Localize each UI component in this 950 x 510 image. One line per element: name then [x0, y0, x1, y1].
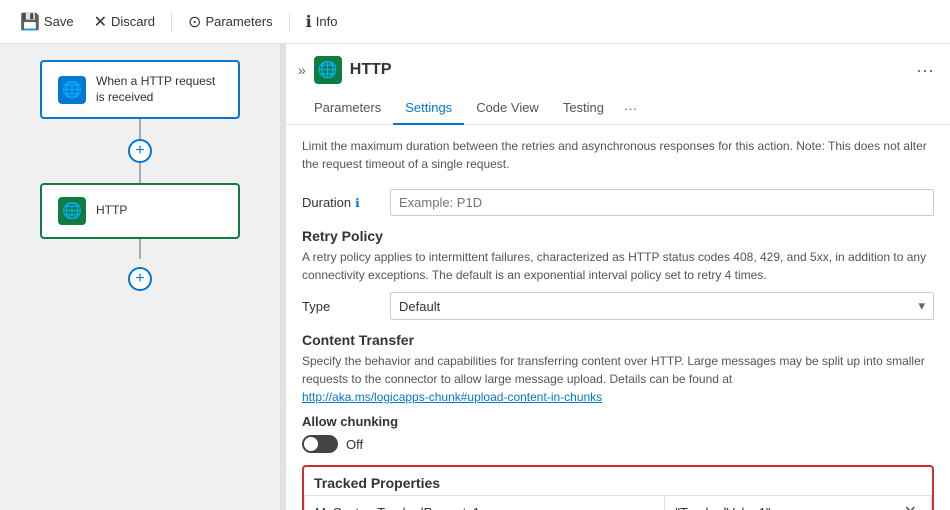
- info-label: Info: [316, 14, 338, 29]
- save-label: Save: [44, 14, 74, 29]
- tracked-properties-table: MyCustomTrackedProperty1 "TrackedValue1"…: [304, 495, 932, 510]
- toggle-knob: [304, 437, 318, 451]
- retry-policy-desc: A retry policy applies to intermittent f…: [302, 248, 934, 284]
- tracked-properties-title: Tracked Properties: [304, 467, 932, 495]
- type-label: Type: [302, 299, 382, 314]
- retry-policy-title: Retry Policy: [302, 228, 934, 244]
- separator2: [289, 12, 290, 32]
- tab-settings[interactable]: Settings: [393, 92, 464, 125]
- tab-testing[interactable]: Testing: [551, 92, 616, 125]
- discard-icon: ✕: [94, 12, 107, 32]
- connector-line-1: [139, 119, 141, 139]
- left-panel: 🌐 When a HTTP request is received + 🌐 HT…: [0, 44, 280, 510]
- panel-title: HTTP: [350, 61, 908, 79]
- content-transfer-desc: Specify the behavior and capabilities fo…: [302, 352, 934, 406]
- parameters-button[interactable]: ⊙ Parameters: [180, 8, 281, 36]
- type-value: Default: [399, 299, 440, 314]
- connector-line-2: [139, 163, 141, 183]
- duration-label: Duration ℹ: [302, 195, 382, 210]
- panel-header: » 🌐 HTTP ···: [286, 44, 950, 84]
- save-icon: 💾: [20, 12, 40, 32]
- toggle-state-label: Off: [346, 437, 363, 452]
- trigger-node[interactable]: 🌐 When a HTTP request is received: [40, 60, 240, 119]
- save-button[interactable]: 💾 Save: [12, 8, 82, 36]
- duration-info-icon: ℹ: [355, 196, 360, 210]
- right-panel: » 🌐 HTTP ··· Parameters Settings Code Vi…: [286, 44, 950, 510]
- discard-label: Discard: [111, 14, 155, 29]
- allow-chunking-label: Allow chunking: [302, 414, 934, 429]
- main-layout: 🌐 When a HTTP request is received + 🌐 HT…: [0, 44, 950, 510]
- add-step-button-2[interactable]: +: [128, 267, 152, 291]
- tab-more[interactable]: ···: [616, 93, 645, 124]
- connector-line-3: [139, 239, 141, 259]
- trigger-label: When a HTTP request is received: [96, 74, 222, 105]
- toggle-row: Off: [302, 435, 934, 453]
- action-node[interactable]: 🌐 HTTP: [40, 183, 240, 239]
- tab-bar: Parameters Settings Code View Testing ··…: [286, 92, 950, 125]
- settings-info: Limit the maximum duration between the r…: [302, 133, 934, 181]
- info-icon: ℹ: [306, 12, 312, 32]
- chevron-down-icon: ▾: [918, 298, 925, 314]
- tracked-value-1[interactable]: "TrackedValue1" ✕: [665, 496, 932, 510]
- expand-icon[interactable]: »: [298, 62, 306, 78]
- content-transfer-link[interactable]: http://aka.ms/logicapps-chunk#upload-con…: [302, 390, 602, 404]
- tracked-row-1: MyCustomTrackedProperty1 "TrackedValue1"…: [305, 496, 932, 510]
- content-transfer-title: Content Transfer: [302, 332, 934, 348]
- tracked-clear-button-1[interactable]: ✕: [900, 502, 921, 510]
- parameters-label: Parameters: [205, 14, 272, 29]
- tracked-properties-section: Tracked Properties MyCustomTrackedProper…: [302, 465, 934, 510]
- discard-button[interactable]: ✕ Discard: [86, 8, 163, 36]
- action-icon: 🌐: [58, 197, 86, 225]
- panel-content: Limit the maximum duration between the r…: [286, 125, 950, 510]
- panel-more-icon[interactable]: ···: [916, 60, 934, 81]
- duration-row: Duration ℹ: [302, 189, 934, 216]
- settings-info-text: Limit the maximum duration between the r…: [302, 139, 927, 171]
- info-button[interactable]: ℹ Info: [298, 8, 346, 36]
- separator: [171, 12, 172, 32]
- parameters-icon: ⊙: [188, 12, 201, 32]
- tracked-key-1[interactable]: MyCustomTrackedProperty1: [305, 496, 665, 510]
- add-step-button-1[interactable]: +: [128, 139, 152, 163]
- type-select[interactable]: Default ▾: [390, 292, 934, 320]
- allow-chunking-toggle[interactable]: [302, 435, 338, 453]
- panel-title-icon: 🌐: [314, 56, 342, 84]
- tab-parameters[interactable]: Parameters: [302, 92, 393, 125]
- tab-code-view[interactable]: Code View: [464, 92, 551, 125]
- trigger-icon: 🌐: [58, 76, 86, 104]
- type-row: Type Default ▾: [302, 292, 934, 320]
- duration-input[interactable]: [390, 189, 934, 216]
- action-label: HTTP: [96, 203, 127, 219]
- toolbar: 💾 Save ✕ Discard ⊙ Parameters ℹ Info: [0, 0, 950, 44]
